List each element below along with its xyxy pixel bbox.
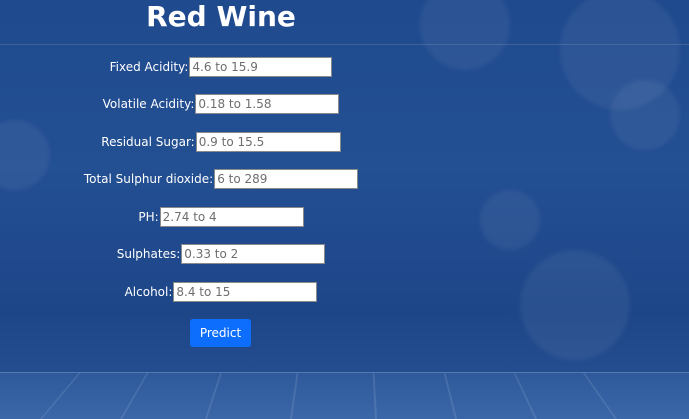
volatile-acidity-label: Volatile Acidity: (102, 97, 195, 111)
floor-plank-line (205, 373, 222, 419)
sulphates-label: Sulphates: (116, 247, 181, 261)
floor-plank-line (513, 373, 537, 419)
ph-label: PH: (138, 210, 159, 224)
floor-plank-line (290, 373, 299, 419)
floor-plank-line (40, 373, 81, 419)
background-bokeh (520, 250, 630, 360)
field-row-alcohol: Alcohol: (0, 280, 442, 304)
floor-plank-line (443, 373, 457, 419)
background-bokeh (480, 190, 540, 250)
alcohol-input[interactable] (173, 282, 318, 302)
page-title: Red Wine (146, 0, 296, 33)
field-row-total-sulphur-dioxide: Total Sulphur dioxide: (0, 167, 442, 191)
predict-button[interactable]: Predict (190, 319, 251, 347)
fixed-acidity-label: Fixed Acidity: (109, 60, 189, 74)
field-row-sulphates: Sulphates: (0, 242, 442, 266)
field-row-residual-sugar: Residual Sugar: (0, 130, 442, 154)
field-row-ph: PH: (0, 205, 442, 229)
sulphates-input[interactable] (181, 244, 326, 264)
header-divider (0, 44, 689, 45)
volatile-acidity-input[interactable] (195, 94, 340, 114)
total-sulphur-dioxide-input[interactable] (214, 169, 359, 189)
floor-plank-line (372, 373, 377, 419)
background-wood-floor (0, 372, 689, 419)
total-sulphur-dioxide-label: Total Sulphur dioxide: (83, 172, 214, 186)
fixed-acidity-input[interactable] (189, 57, 333, 77)
floor-plank-line (120, 373, 149, 419)
ph-input[interactable] (159, 207, 304, 227)
background-bokeh (610, 80, 680, 150)
residual-sugar-input[interactable] (195, 132, 341, 152)
field-row-fixed-acidity: Fixed Acidity: (0, 55, 442, 79)
field-row-volatile-acidity: Volatile Acidity: (0, 92, 442, 116)
alcohol-label: Alcohol: (124, 285, 173, 299)
residual-sugar-label: Residual Sugar: (101, 135, 195, 149)
floor-plank-line (582, 373, 617, 419)
